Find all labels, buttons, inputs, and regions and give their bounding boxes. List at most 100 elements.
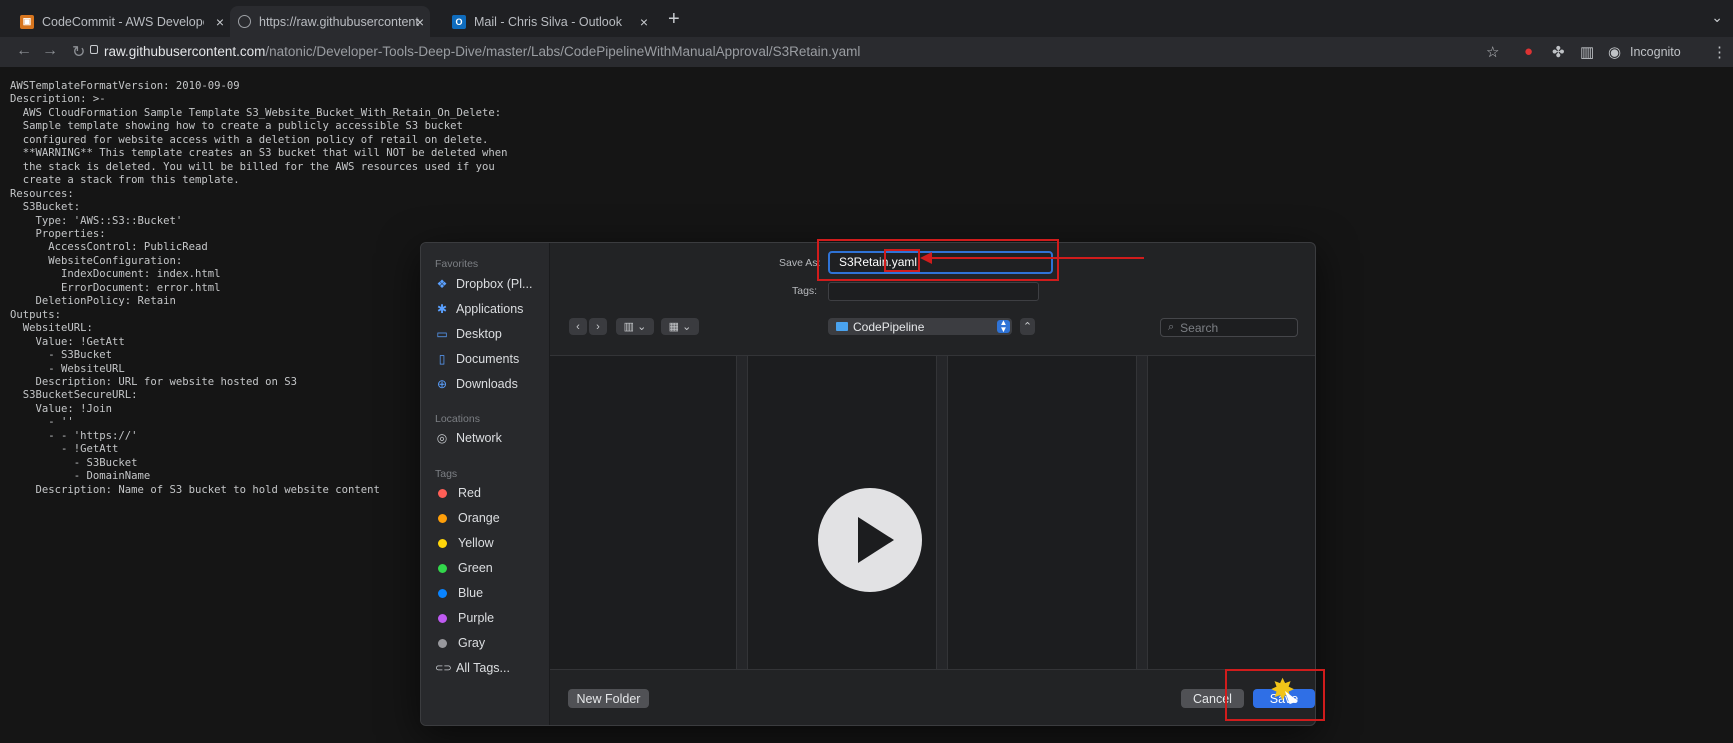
sidebar-item-label: Green <box>458 561 493 575</box>
sidebar-item-network[interactable]: ◎ Network <box>435 428 502 448</box>
sidebar-item-label: Documents <box>456 352 520 366</box>
video-play-icon[interactable] <box>818 488 922 592</box>
new-tab-button[interactable]: + <box>668 8 680 31</box>
sidebar-item-label: Gray <box>458 636 486 650</box>
url-field[interactable]: raw.githubusercontent.com/natonic/Develo… <box>104 44 860 59</box>
puzzle-icon[interactable]: ✤ <box>1552 43 1565 61</box>
tab-codecommit[interactable]: ▣ CodeCommit - AWS Developer × <box>20 6 224 37</box>
sidebar-item-tag-green[interactable]: Green <box>435 558 493 578</box>
sidebar-icon[interactable]: ▥ <box>1580 43 1594 61</box>
updown-chevron-icon: ▲ ▼ <box>997 319 1010 333</box>
tag-dot-icon <box>438 538 447 548</box>
dropbox-icon: ❖ <box>436 277 448 291</box>
location-name: CodePipeline <box>853 319 925 334</box>
extension-icon[interactable]: ● <box>1524 43 1533 60</box>
downloads-icon: ⊕ <box>436 377 448 391</box>
sidebar-item-label: Purple <box>458 611 495 625</box>
sidebar-item-label: Network <box>456 431 502 445</box>
sidebar-item-downloads[interactable]: ⊕ Downloads <box>435 374 518 394</box>
tag-outline-icon: ⊂⊃ <box>435 662 452 674</box>
forward-nav-button[interactable]: › <box>589 318 607 335</box>
save-dialog: Favorites ❖ Dropbox (Pl... ✱ Applications … <box>420 242 1316 726</box>
sidebar-item-tag-yellow[interactable]: Yellow <box>435 533 494 553</box>
annotation-box-extension <box>884 249 920 272</box>
dialog-sidebar: Favorites ❖ Dropbox (Pl... ✱ Applications … <box>421 243 550 725</box>
close-tab-icon[interactable]: × <box>416 14 424 30</box>
globe-icon <box>238 15 251 28</box>
sidebar-item-tag-orange[interactable]: Orange <box>435 508 500 528</box>
sidebar-item-label: Applications <box>456 302 524 316</box>
annotation-box-save-as <box>817 239 1059 281</box>
tag-dot-icon <box>438 488 447 498</box>
new-folder-button[interactable]: New Folder <box>568 689 649 708</box>
more-menu-icon[interactable]: ⋮ <box>1712 43 1727 61</box>
folder-icon <box>836 322 848 331</box>
sidebar-item-documents[interactable]: ▯ Documents <box>435 349 520 369</box>
sidebar-item-label: Yellow <box>458 536 494 550</box>
group-button[interactable]: ▦ ⌄ <box>661 318 699 335</box>
back-nav-button[interactable]: ‹ <box>569 318 587 335</box>
tab-outlook[interactable]: O Mail - Chris Silva - Outlook × <box>452 6 648 37</box>
reload-icon[interactable]: ↻ <box>72 42 85 62</box>
forward-arrow-icon[interactable]: → <box>42 42 58 60</box>
applications-icon: ✱ <box>436 302 448 316</box>
sidebar-item-label: All Tags... <box>456 661 510 675</box>
desktop-icon: ▭ <box>436 327 448 341</box>
column-divider[interactable] <box>936 356 948 669</box>
tag-dot-icon <box>438 513 447 523</box>
tags-input[interactable] <box>828 282 1039 301</box>
sidebar-item-label: Dropbox (Pl... <box>456 277 533 291</box>
aws-icon: ▣ <box>20 14 34 29</box>
file-browser-columns[interactable] <box>550 355 1315 670</box>
expand-toggle-button[interactable]: ⌃ <box>1020 318 1035 335</box>
sidebar-item-label: Red <box>458 486 481 500</box>
search-placeholder: Search <box>1180 320 1219 335</box>
tag-dot-icon <box>438 588 447 598</box>
sidebar-item-label: Desktop <box>456 327 502 341</box>
incognito-label: Incognito <box>1630 45 1681 59</box>
tab-title: Mail - Chris Silva - Outlook <box>474 14 622 29</box>
location-popup[interactable]: CodePipeline ▲ ▼ <box>828 318 1012 335</box>
sidebar-item-tag-red[interactable]: Red <box>435 483 481 503</box>
sidebar-item-applications[interactable]: ✱ Applications <box>435 299 523 319</box>
chevron-down-icon[interactable]: ⌄ <box>1711 9 1723 26</box>
outlook-icon: O <box>452 14 466 29</box>
address-bar: ← → ↻ raw.githubusercontent.com/natonic/… <box>0 37 1733 67</box>
close-tab-icon[interactable]: × <box>216 14 224 30</box>
sidebar-item-dropbox[interactable]: ❖ Dropbox (Pl... <box>435 274 533 294</box>
sidebar-item-all-tags[interactable]: ⊂⊃ All Tags... <box>435 658 510 678</box>
network-icon: ◎ <box>436 431 448 445</box>
sidebar-item-tag-purple[interactable]: Purple <box>435 608 494 628</box>
annotation-arrow <box>928 257 1144 259</box>
sidebar-item-tag-gray[interactable]: Gray <box>435 633 485 653</box>
sidebar-item-label: Downloads <box>456 377 518 391</box>
incognito-icon[interactable]: ◉ <box>1608 43 1621 61</box>
url-host: raw.githubusercontent.com <box>104 44 266 59</box>
play-triangle-icon <box>858 517 894 563</box>
sidebar-item-tag-blue[interactable]: Blue <box>435 583 483 603</box>
tab-strip: ▣ CodeCommit - AWS Developer × https://r… <box>0 0 1733 37</box>
arrow-head-icon <box>920 252 932 264</box>
favorites-header: Favorites <box>435 258 479 270</box>
star-icon[interactable]: ☆ <box>1486 43 1499 61</box>
chevron-right-icon: › <box>596 320 600 333</box>
tag-dot-icon <box>438 563 447 573</box>
tab-title: https://raw.githubusercontent.co <box>259 14 419 29</box>
url-path: /natonic/Developer-Tools-Deep-Dive/maste… <box>265 44 861 59</box>
view-mode-button[interactable]: ▥ ⌄ <box>616 318 654 335</box>
close-tab-icon[interactable]: × <box>640 14 648 30</box>
search-field[interactable]: ⌕ Search <box>1160 318 1298 337</box>
tag-dot-icon <box>438 638 447 648</box>
chevron-up-icon: ⌃ <box>1022 321 1033 333</box>
column-divider[interactable] <box>1136 356 1148 669</box>
locations-header: Locations <box>435 413 480 425</box>
back-arrow-icon[interactable]: ← <box>16 42 32 60</box>
documents-icon: ▯ <box>438 352 446 366</box>
sidebar-item-desktop[interactable]: ▭ Desktop <box>435 324 502 344</box>
tab-raw-github[interactable]: https://raw.githubusercontent.co × <box>230 6 430 37</box>
tags-header: Tags <box>435 468 458 480</box>
sidebar-item-label: Orange <box>458 511 500 525</box>
tab-title: CodeCommit - AWS Developer <box>42 14 204 29</box>
column-divider[interactable] <box>736 356 748 669</box>
search-icon: ⌕ <box>1168 321 1175 333</box>
